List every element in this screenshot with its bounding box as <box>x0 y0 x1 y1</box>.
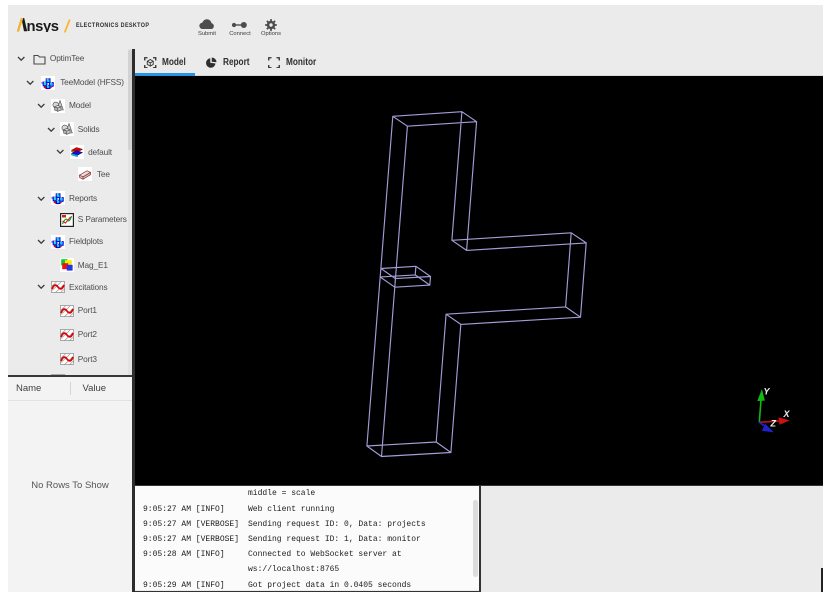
svg-text:Y: Y <box>763 387 770 397</box>
svg-text:Z: Z <box>769 419 776 429</box>
svg-text:X: X <box>782 409 790 419</box>
svg-text:nsys: nsys <box>27 19 59 32</box>
